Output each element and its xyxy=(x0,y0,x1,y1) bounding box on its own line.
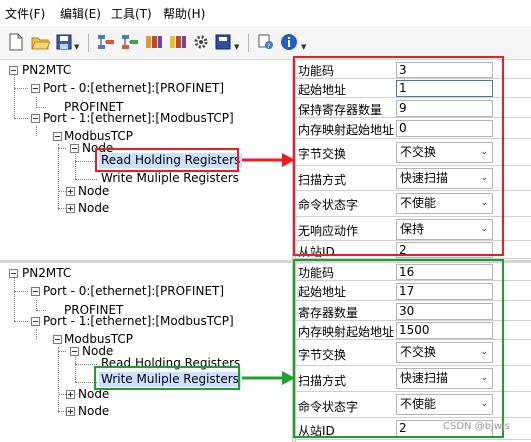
tool-e-icon[interactable] xyxy=(213,32,233,52)
menu-bar: 文件(F) 编辑(E) 工具(T) 帮助(H) xyxy=(0,0,531,26)
collapse-toggle[interactable] xyxy=(31,84,40,93)
tree-connector xyxy=(58,144,59,210)
watermark: CSDN @bjwjs xyxy=(443,421,510,432)
menu-file[interactable]: 文件(F) xyxy=(5,5,45,22)
expand-toggle[interactable] xyxy=(66,187,75,196)
menu-help[interactable]: 帮助(H) xyxy=(163,5,205,22)
tree-connector xyxy=(14,75,15,118)
collapse-toggle[interactable] xyxy=(53,132,62,141)
tree-item-port1[interactable]: Port - 1:[ethernet]:[ModbusTCP] xyxy=(43,314,234,329)
tool-a-icon[interactable] xyxy=(96,32,116,52)
tree-connector xyxy=(14,321,28,322)
toolbar-separator xyxy=(248,34,249,52)
tree-item-root[interactable]: PN2MTC xyxy=(22,63,71,78)
tree-item-write-multiple-registers[interactable]: Write Muliple Registers xyxy=(101,171,239,186)
tree-connector xyxy=(36,126,37,136)
save-icon[interactable] xyxy=(54,32,74,52)
tree-connector xyxy=(75,357,76,382)
collapse-toggle[interactable] xyxy=(9,269,18,278)
settings-icon[interactable]: ? xyxy=(256,32,276,52)
open-folder-icon[interactable] xyxy=(30,32,50,52)
tree-connector xyxy=(36,329,37,339)
collapse-toggle[interactable] xyxy=(31,114,40,123)
svg-text:?: ? xyxy=(267,43,270,50)
tree-item-node[interactable]: Node xyxy=(78,404,109,419)
collapse-toggle[interactable] xyxy=(53,335,62,344)
tree-connector xyxy=(75,154,76,179)
tree-item-port0[interactable]: Port - 0:[ethernet]:[PROFINET] xyxy=(43,284,224,299)
save-dropdown-icon[interactable]: ▼ xyxy=(74,44,79,51)
tree-connector xyxy=(75,179,97,180)
tree-connector xyxy=(58,394,66,395)
tree-connector xyxy=(58,411,66,412)
tree-connector xyxy=(58,351,66,352)
collapse-toggle[interactable] xyxy=(70,144,79,153)
collapse-toggle[interactable] xyxy=(9,66,18,75)
tree-item-port1[interactable]: Port - 1:[ethernet]:[ModbusTCP] xyxy=(43,111,234,126)
tree-connector xyxy=(58,191,66,192)
tree-connector xyxy=(14,278,15,321)
tool-d-icon[interactable] xyxy=(168,32,188,52)
expand-toggle[interactable] xyxy=(66,390,75,399)
tree-connector xyxy=(14,118,28,119)
red-highlight-box xyxy=(293,56,504,256)
info-dropdown-icon[interactable]: ▼ xyxy=(301,44,306,51)
tree-connector xyxy=(36,107,46,108)
red-highlight-box xyxy=(95,148,239,172)
info-icon[interactable] xyxy=(279,32,299,52)
tree-connector xyxy=(14,291,28,292)
tree-item-node[interactable]: Node xyxy=(78,184,109,199)
expand-toggle[interactable] xyxy=(66,204,75,213)
tool-c-icon[interactable] xyxy=(144,32,164,52)
menu-edit[interactable]: 编辑(E) xyxy=(60,5,101,22)
green-highlight-box xyxy=(94,366,240,390)
tree-connector xyxy=(58,347,59,413)
toolbar: ▼ ▼ ? ▼ xyxy=(0,26,531,60)
tree-connector xyxy=(14,88,28,89)
menu-tools[interactable]: 工具(T) xyxy=(111,5,152,22)
toolbar-separator xyxy=(88,34,89,52)
new-document-icon[interactable] xyxy=(6,32,26,52)
tree-connector xyxy=(58,148,66,149)
tree-item-root[interactable]: PN2MTC xyxy=(22,266,71,281)
green-arrow-icon xyxy=(242,371,295,385)
tree-item-port0[interactable]: Port - 0:[ethernet]:[PROFINET] xyxy=(43,81,224,96)
expand-toggle[interactable] xyxy=(66,407,75,416)
collapse-toggle[interactable] xyxy=(31,317,40,326)
red-arrow-icon xyxy=(242,153,295,167)
tree-connector xyxy=(75,161,97,162)
tool-b-icon[interactable] xyxy=(120,32,140,52)
tree-connector xyxy=(75,364,97,365)
tree-item-node[interactable]: Node xyxy=(78,201,109,216)
gear-icon[interactable] xyxy=(191,32,211,52)
collapse-toggle[interactable] xyxy=(70,347,79,356)
tree-connector xyxy=(36,310,46,311)
project-tree-bottom: PN2MTC Port - 0:[ethernet]:[PROFINET] PR… xyxy=(0,263,292,442)
green-highlight-box xyxy=(293,259,504,438)
collapse-toggle[interactable] xyxy=(31,287,40,296)
tool-e-dropdown-icon[interactable]: ▼ xyxy=(234,44,239,51)
tree-connector xyxy=(58,208,66,209)
